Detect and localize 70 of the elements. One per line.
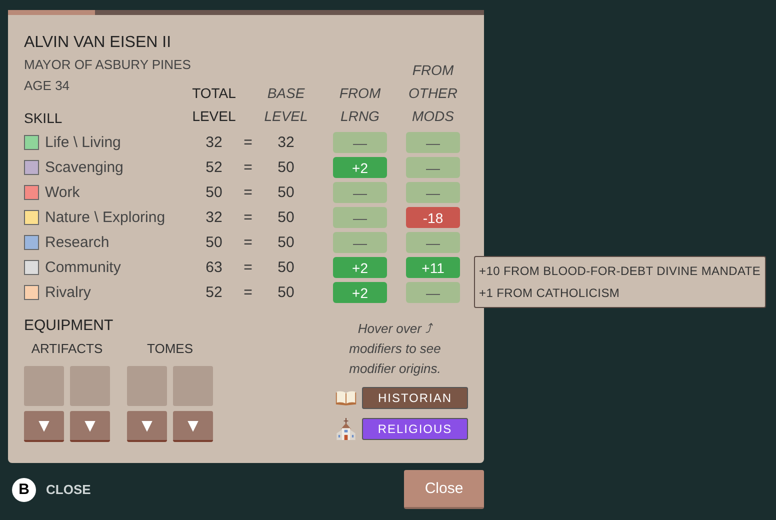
- column-header: SKILL: [24, 109, 62, 128]
- modifier-chip[interactable]: +2: [333, 157, 387, 178]
- equipment-slot[interactable]: [127, 366, 167, 406]
- skill-name: Nature \ Exploring: [45, 209, 166, 226]
- tooltip-line: +10 FROM BLOOD-FOR-DEBT DIVINE MANDATE: [479, 263, 761, 280]
- base-level: 50: [278, 234, 294, 251]
- base-level: 50: [278, 259, 294, 276]
- modifier-chip[interactable]: —: [406, 132, 460, 153]
- column-header: TOTAL LEVEL: [192, 84, 236, 126]
- base-level: 50: [278, 284, 294, 301]
- equals-sign: =: [244, 134, 252, 151]
- equipment-slot[interactable]: [24, 366, 64, 406]
- group-label: ARTIFACTS: [31, 340, 103, 358]
- skill-name: Community: [45, 259, 121, 276]
- total-level: 63: [206, 259, 222, 276]
- dropdown-button[interactable]: ▼: [70, 411, 110, 442]
- tooltip-line: +1 FROM CATHOLICISM: [479, 285, 621, 302]
- equals-sign: =: [244, 234, 252, 251]
- modifier-chip[interactable]: —: [406, 232, 460, 253]
- skill-name: Rivalry: [45, 284, 91, 301]
- total-level: 32: [206, 209, 222, 226]
- base-level: 32: [278, 134, 294, 151]
- b-button-icon: B: [12, 478, 36, 502]
- character-role: MAYOR OF ASBURY PINES: [24, 56, 191, 74]
- modifier-chip[interactable]: —: [333, 207, 387, 228]
- total-level: 50: [206, 234, 222, 251]
- equals-sign: =: [244, 209, 252, 226]
- equals-sign: =: [244, 184, 252, 201]
- modifier-chip[interactable]: —: [406, 182, 460, 203]
- total-level: 50: [206, 184, 222, 201]
- trait-tag[interactable]: HISTORIAN: [362, 387, 468, 409]
- equipment-slot[interactable]: [70, 366, 110, 406]
- modifier-chip[interactable]: —: [406, 157, 460, 178]
- character-age: AGE 34: [24, 77, 70, 95]
- modifier-chip[interactable]: —: [406, 282, 460, 303]
- equals-sign: =: [244, 159, 252, 176]
- modifier-chip[interactable]: -18: [406, 207, 460, 228]
- trait-tag[interactable]: RELIGIOUS: [362, 418, 468, 440]
- equals-sign: =: [244, 284, 252, 301]
- modifier-chip[interactable]: +2: [333, 257, 387, 278]
- hint-text: Hover over ⤴ modifiers to see modifier origins.: [348, 320, 442, 378]
- modifier-chip[interactable]: +2: [333, 282, 387, 303]
- total-level: 52: [206, 159, 222, 176]
- group-label: TOMES: [147, 340, 193, 358]
- total-level: 32: [206, 134, 222, 151]
- section-title: EQUIPMENT: [24, 317, 114, 334]
- skill-name: Research: [45, 234, 110, 251]
- church-icon: [335, 418, 357, 440]
- character-name: ALVIN VAN EISEN II: [24, 33, 172, 53]
- base-level: 50: [278, 209, 294, 226]
- modifier-chip[interactable]: —: [333, 132, 387, 153]
- dropdown-button[interactable]: ▼: [173, 411, 213, 442]
- column-header: FROM LRNG: [339, 84, 381, 126]
- modifier-chip[interactable]: +11: [406, 257, 460, 278]
- modifier-chip[interactable]: —: [333, 232, 387, 253]
- dropdown-button[interactable]: ▼: [24, 411, 64, 442]
- column-header: FROM OTHER MODS: [408, 61, 458, 126]
- column-header: BASE LEVEL: [264, 84, 308, 126]
- base-level: 50: [278, 184, 294, 201]
- skill-name: Life \ Living: [45, 134, 121, 151]
- modifier-chip[interactable]: —: [333, 182, 387, 203]
- equals-sign: =: [244, 259, 252, 276]
- dropdown-button[interactable]: ▼: [127, 411, 167, 442]
- base-level: 50: [278, 159, 294, 176]
- skill-name: Work: [45, 184, 80, 201]
- close-hint: CLOSE: [46, 482, 91, 497]
- skill-name: Scavenging: [45, 159, 124, 176]
- total-level: 52: [206, 284, 222, 301]
- close-button[interactable]: Close: [404, 470, 484, 509]
- equipment-slot[interactable]: [173, 366, 213, 406]
